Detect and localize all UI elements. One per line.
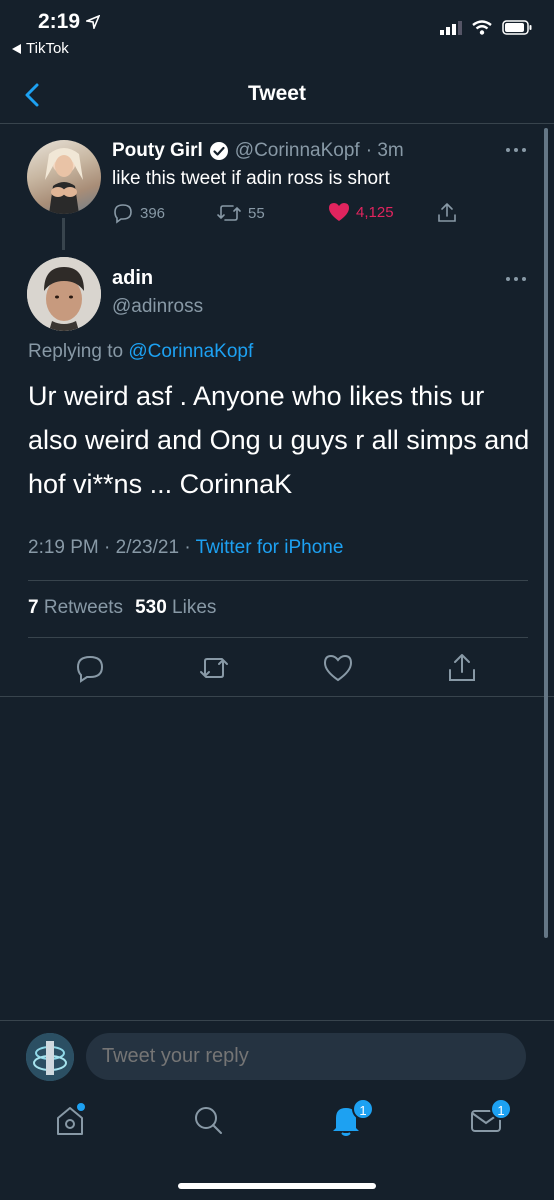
back-triangle-icon (12, 43, 21, 54)
reply-input[interactable] (86, 1033, 526, 1080)
scrollbar[interactable] (544, 128, 548, 938)
parent-reply-button[interactable]: 396 (112, 202, 165, 224)
home-tab-icon[interactable] (50, 1100, 90, 1140)
clock: 2:19 (38, 10, 101, 34)
replying-to-line: Replying to @CorinnaKopf (28, 341, 253, 363)
divider (28, 637, 528, 638)
divider (28, 580, 528, 581)
tweet-stats: 7 Retweets 530 Likes (28, 597, 216, 619)
messages-badge: 1 (490, 1098, 512, 1120)
tweet-actions (0, 650, 554, 690)
parent-avatar-image (45, 148, 83, 214)
replying-to-handle-link[interactable]: @CorinnaKopf (128, 341, 253, 362)
back-app-label: TikTok (26, 40, 69, 57)
parent-like-button[interactable]: 4,125 (328, 202, 394, 222)
replying-to-prefix: Replying to (28, 341, 124, 362)
heart-filled-icon (329, 203, 349, 221)
page-title: Tweet (248, 82, 306, 105)
signal-icon (440, 20, 462, 35)
reply-icon (114, 204, 132, 224)
retweet-button[interactable] (196, 650, 232, 686)
author-name[interactable]: adin (112, 267, 153, 290)
parent-time: · 3m (365, 140, 404, 161)
my-avatar-image (26, 1033, 74, 1081)
notifications-badge: 1 (352, 1098, 374, 1120)
reply-button[interactable] (72, 650, 108, 686)
tweet-body: Ur weird asf . Anyone who likes this ur … (28, 381, 530, 499)
top-nav: Tweet (0, 66, 554, 124)
tweet-more-icon[interactable] (502, 274, 530, 284)
clock-time: 2:19 (38, 10, 81, 33)
retweets-stat[interactable]: 7 Retweets (28, 597, 123, 619)
back-to-app-link[interactable]: TikTok (12, 40, 69, 57)
parent-author-name: Pouty Girl (112, 140, 203, 161)
parent-reply-count: 396 (140, 204, 166, 222)
parent-share-button[interactable] (436, 202, 458, 224)
parent-tweet-text: like this tweet if adin ross is short (112, 168, 390, 189)
search-tab-icon[interactable] (188, 1100, 228, 1140)
battery-icon (502, 20, 532, 35)
tweet-meta: 2:19 PM · 2/23/21 · Twitter for iPhone (28, 537, 343, 559)
divider (0, 696, 554, 697)
parent-author[interactable]: Pouty Girl @CorinnaKopf · 3m (112, 140, 404, 162)
author-handle[interactable]: @adinross (112, 296, 203, 318)
parent-avatar[interactable] (27, 140, 101, 214)
likes-count: 530 (135, 597, 167, 618)
retweets-label: Retweets (43, 597, 124, 618)
parent-more-icon[interactable] (502, 145, 530, 155)
author-avatar-image (27, 257, 101, 331)
retweet-icon (217, 205, 241, 221)
parent-retweet-count: 55 (248, 204, 265, 222)
wifi-icon (472, 20, 492, 35)
location-arrow-icon (86, 15, 101, 29)
status-icons (440, 20, 532, 35)
tweet-timestamp: 2:19 PM · 2/23/21 · (28, 537, 191, 558)
likes-label: Likes (172, 597, 217, 618)
share-button[interactable] (444, 650, 480, 686)
parent-author-handle: @CorinnaKopf (234, 140, 360, 161)
my-avatar[interactable] (26, 1033, 74, 1081)
status-bar: 2:19 TikTok (0, 0, 554, 66)
tweet-source-link[interactable]: Twitter for iPhone (196, 537, 344, 558)
parent-like-count: 4,125 (356, 203, 394, 221)
thread-connector (62, 218, 65, 250)
parent-actions: 396 55 4,125 (112, 202, 482, 228)
home-indicator[interactable] (178, 1183, 376, 1189)
verified-badge-icon (209, 142, 228, 160)
author-avatar[interactable] (27, 257, 101, 331)
retweets-count: 7 (28, 597, 39, 618)
reply-composer (0, 1020, 554, 1092)
parent-retweet-button[interactable]: 55 (216, 202, 265, 224)
likes-stat[interactable]: 530 Likes (135, 597, 216, 619)
share-icon (438, 203, 456, 222)
like-button[interactable] (320, 650, 356, 686)
